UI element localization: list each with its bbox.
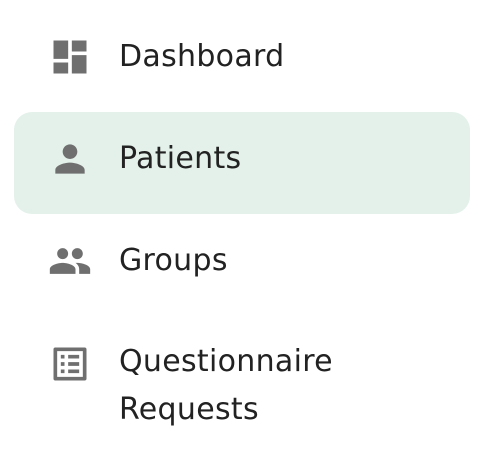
sidebar-nav: Dashboard Patients Groups Questionnaire … (0, 0, 484, 460)
sidebar-item-label: Patients (119, 141, 242, 176)
sidebar-item-label: Groups (119, 243, 228, 278)
sidebar-item-dashboard[interactable]: Dashboard (14, 6, 470, 108)
list-icon (48, 342, 92, 386)
group-icon (48, 239, 92, 283)
sidebar-item-label: Dashboard (119, 39, 285, 74)
dashboard-icon (48, 35, 92, 79)
sidebar-item-questionnaire-requests[interactable]: Questionnaire Requests (14, 316, 470, 438)
sidebar-item-patients[interactable]: Patients (14, 112, 470, 214)
person-icon (48, 137, 92, 181)
sidebar-item-label: Questionnaire Requests (119, 344, 333, 427)
sidebar-item-groups[interactable]: Groups (14, 210, 470, 312)
